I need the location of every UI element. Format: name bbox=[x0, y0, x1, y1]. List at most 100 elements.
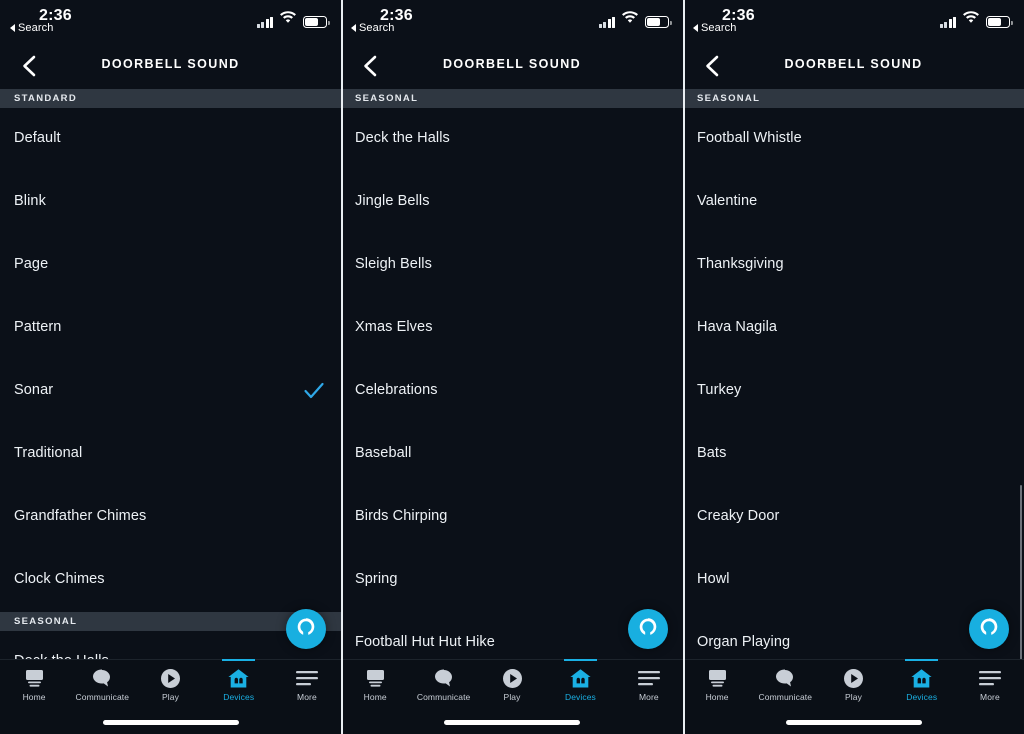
nav-header: DOORBELL SOUND bbox=[683, 44, 1024, 89]
battery-icon bbox=[303, 16, 330, 28]
list-item[interactable]: Birds Chirping bbox=[341, 486, 683, 549]
alexa-icon bbox=[976, 614, 1002, 645]
nav-header: DOORBELL SOUND bbox=[0, 44, 341, 89]
tab-home[interactable]: Home bbox=[0, 660, 68, 712]
list-item-label: Jingle Bells bbox=[355, 193, 430, 209]
list-item-label: Celebrations bbox=[355, 382, 438, 398]
bottom-tab-bar: Home Communicate Play Devices More bbox=[683, 659, 1024, 734]
tab-label: Home bbox=[22, 692, 46, 702]
alexa-button[interactable] bbox=[286, 609, 326, 649]
tab-label: Communicate bbox=[75, 692, 130, 702]
tab-home[interactable]: Home bbox=[683, 660, 751, 712]
list-item[interactable]: Pattern bbox=[0, 297, 341, 360]
list-item[interactable]: Football Whistle bbox=[683, 108, 1024, 171]
list-item[interactable]: Grandfather Chimes bbox=[0, 486, 341, 549]
battery-icon bbox=[645, 16, 672, 28]
list-item[interactable]: Thanksgiving bbox=[683, 234, 1024, 297]
tab-play[interactable]: Play bbox=[819, 660, 887, 712]
tab-communicate[interactable]: Communicate bbox=[68, 660, 136, 712]
list-item[interactable]: Clock Chimes bbox=[0, 549, 341, 612]
hamburger-menu-icon bbox=[978, 667, 1001, 689]
section-header-label: SEASONAL bbox=[697, 93, 761, 104]
tab-label: More bbox=[980, 692, 1000, 702]
list-item[interactable]: Blink bbox=[0, 171, 341, 234]
list-item-label: Clock Chimes bbox=[14, 571, 105, 587]
list-item-label: Football Hut Hut Hike bbox=[355, 634, 495, 650]
home-echo-show-icon bbox=[23, 667, 46, 689]
list-item-label: Blink bbox=[14, 193, 46, 209]
home-indicator bbox=[102, 720, 239, 725]
list-item[interactable]: Page bbox=[0, 234, 341, 297]
list-item[interactable]: Deck the Halls bbox=[341, 108, 683, 171]
tab-communicate[interactable]: Communicate bbox=[751, 660, 819, 712]
list-item-label: Creaky Door bbox=[697, 508, 780, 524]
tab-label: Devices bbox=[564, 692, 596, 702]
tab-label: Home bbox=[705, 692, 729, 702]
battery-icon bbox=[986, 16, 1013, 28]
tab-devices[interactable]: Devices bbox=[546, 659, 614, 712]
tab-play[interactable]: Play bbox=[478, 660, 546, 712]
back-triangle-icon bbox=[10, 24, 15, 32]
three-phone-screenshots: Search 2:36 DOORBELL SOUND STANDARD Default B… bbox=[0, 0, 1024, 734]
section-header-label: SEASONAL bbox=[14, 616, 78, 627]
status-bar: Search 2:36 bbox=[341, 0, 683, 44]
section-header-label: STANDARD bbox=[14, 93, 77, 104]
list-item[interactable]: Turkey bbox=[683, 360, 1024, 423]
list-item[interactable]: Spring bbox=[341, 549, 683, 612]
tab-more[interactable]: More bbox=[956, 660, 1024, 712]
cellular-signal-icon bbox=[256, 17, 273, 28]
list-item[interactable]: Valentine bbox=[683, 171, 1024, 234]
tab-more[interactable]: More bbox=[273, 660, 341, 712]
list-item-label: Howl bbox=[697, 571, 730, 587]
tab-label: Play bbox=[845, 692, 862, 702]
list-item[interactable]: Howl bbox=[683, 549, 1024, 612]
list-item[interactable]: Xmas Elves bbox=[341, 297, 683, 360]
list-item[interactable]: Sleigh Bells bbox=[341, 234, 683, 297]
tab-label: Home bbox=[363, 692, 387, 702]
list-item[interactable]: Default bbox=[0, 108, 341, 171]
page-title: DOORBELL SOUND bbox=[784, 57, 923, 71]
status-bar: Search 2:36 bbox=[0, 0, 341, 44]
status-bar-indicators bbox=[598, 11, 672, 28]
back-triangle-icon bbox=[351, 24, 356, 32]
panel-1: Search 2:36 DOORBELL SOUND STANDARD Default B… bbox=[0, 0, 341, 734]
home-echo-show-icon bbox=[706, 667, 729, 689]
tab-communicate[interactable]: Communicate bbox=[409, 660, 477, 712]
list-item[interactable]: Celebrations bbox=[341, 360, 683, 423]
tab-devices[interactable]: Devices bbox=[205, 659, 273, 712]
list-item-label: Turkey bbox=[697, 382, 742, 398]
sound-list: Deck the Halls Jingle Bells Sleigh Bells Xm… bbox=[341, 108, 683, 675]
list-item[interactable]: Sonar bbox=[0, 360, 341, 423]
section-header: SEASONAL bbox=[683, 89, 1024, 108]
list-item[interactable]: Baseball bbox=[341, 423, 683, 486]
alexa-button[interactable] bbox=[969, 609, 1009, 649]
scrollbar-thumb[interactable] bbox=[1019, 485, 1022, 660]
status-bar-clock: 2:36 bbox=[39, 7, 72, 24]
house-devices-icon bbox=[227, 667, 250, 689]
list-item-label: Organ Playing bbox=[697, 634, 791, 650]
list-item-label: Baseball bbox=[355, 445, 412, 461]
list-item[interactable]: Jingle Bells bbox=[341, 171, 683, 234]
list-item[interactable]: Traditional bbox=[0, 423, 341, 486]
panel-2: Search 2:36 DOORBELL SOUND SEASONAL Deck the… bbox=[341, 0, 683, 734]
home-indicator bbox=[444, 720, 580, 725]
list-item[interactable]: Hava Nagila bbox=[683, 297, 1024, 360]
list-item-label: Valentine bbox=[697, 193, 758, 209]
play-circle-icon bbox=[160, 667, 181, 689]
tab-home[interactable]: Home bbox=[341, 660, 409, 712]
tab-more[interactable]: More bbox=[615, 660, 683, 712]
speech-bubble-icon bbox=[92, 667, 112, 689]
tab-label: Play bbox=[503, 692, 521, 702]
section-header: STANDARD bbox=[0, 89, 341, 108]
tab-devices[interactable]: Devices bbox=[888, 659, 956, 712]
status-bar: Search 2:36 bbox=[683, 0, 1024, 44]
tab-play[interactable]: Play bbox=[136, 660, 204, 712]
list-item[interactable]: Creaky Door bbox=[683, 486, 1024, 549]
alexa-button[interactable] bbox=[628, 609, 668, 649]
selected-check-icon bbox=[303, 380, 325, 402]
alexa-icon bbox=[293, 614, 319, 645]
page-title: DOORBELL SOUND bbox=[101, 57, 240, 71]
list-item[interactable]: Bats bbox=[683, 423, 1024, 486]
status-bar-clock: 2:36 bbox=[380, 7, 413, 24]
status-bar-clock: 2:36 bbox=[722, 7, 755, 24]
